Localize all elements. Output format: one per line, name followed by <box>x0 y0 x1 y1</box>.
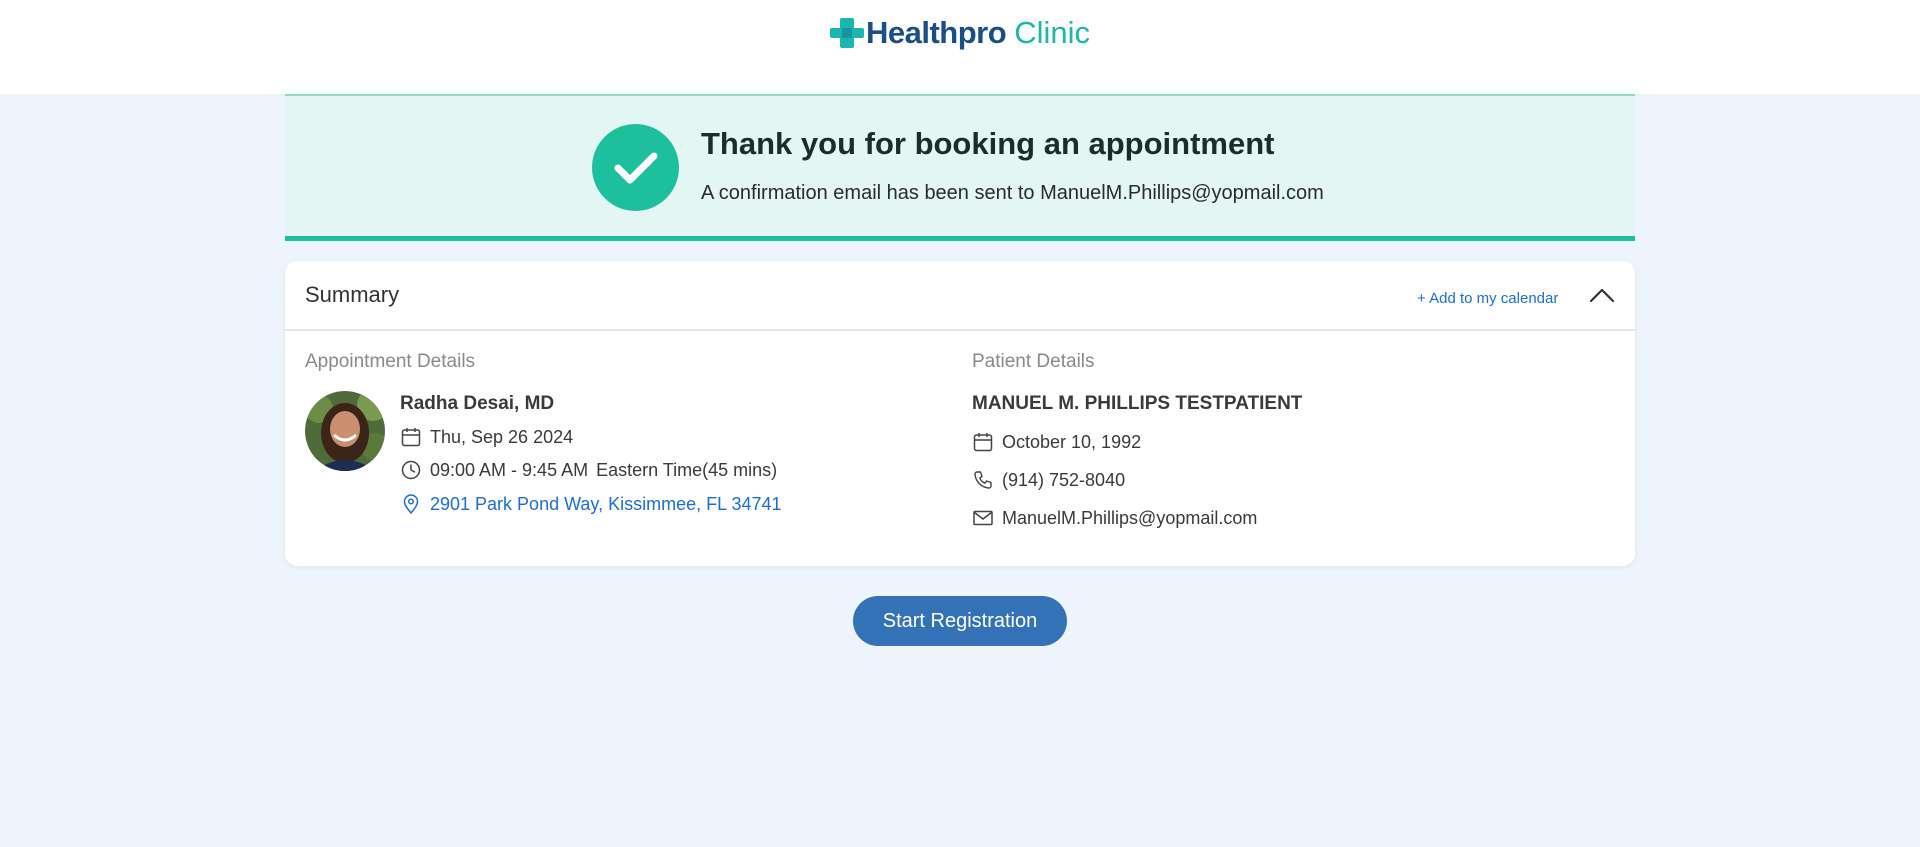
doctor-name: Radha Desai, MD <box>400 393 555 414</box>
appointment-address-row[interactable]: 2901 Park Pond Way, Kissimmee, FL 34741 <box>400 493 782 515</box>
healthpro-logo[interactable]: Health pro Clinic <box>830 15 1090 50</box>
appointment-timezone: Eastern Time(45 mins) <box>596 459 778 480</box>
appointment-date: Thu, Sep 26 2024 <box>430 426 574 447</box>
appointment-date-row: Thu, Sep 26 2024 <box>400 426 573 448</box>
calendar-icon <box>973 433 993 452</box>
doctor-avatar <box>305 391 385 471</box>
logo-text-pro: pro <box>957 15 1007 50</box>
add-to-calendar-link[interactable]: + Add to my calendar <box>1417 290 1558 307</box>
calendar-icon <box>401 428 421 447</box>
appointment-address-link[interactable]: 2901 Park Pond Way, Kissimmee, FL 34741 <box>430 494 782 515</box>
confirmation-message: A confirmation email has been sent to Ma… <box>701 182 1324 204</box>
clock-icon <box>401 460 421 480</box>
patient-email: ManuelM.Phillips@yopmail.com <box>1002 507 1258 528</box>
summary-header: Summary + Add to my calendar <box>285 261 1635 331</box>
mail-icon <box>973 510 993 526</box>
patient-dob-row: October 10, 1992 <box>972 431 1141 453</box>
medical-cross-icon <box>830 18 864 48</box>
patient-email-row: ManuelM.Phillips@yopmail.com <box>972 507 1257 529</box>
patient-dob: October 10, 1992 <box>1002 431 1142 452</box>
patient-details-label: Patient Details <box>972 351 1095 372</box>
confirmation-banner: Thank you for booking an appointment A c… <box>285 94 1635 241</box>
appointment-time-row: 09:00 AM - 9:45 AM Eastern Time(45 mins) <box>400 459 777 481</box>
start-registration-button[interactable]: Start Registration <box>853 596 1067 646</box>
logo-text-health: Health <box>866 15 958 50</box>
summary-card: Summary + Add to my calendar Appointment… <box>285 261 1635 566</box>
patient-phone: (914) 752-8040 <box>1002 469 1126 490</box>
appointment-details-label: Appointment Details <box>305 351 476 372</box>
patient-name: MANUEL M. PHILLIPS TESTPATIENT <box>972 393 1303 414</box>
summary-title: Summary <box>305 282 400 307</box>
chevron-up-icon[interactable] <box>1587 285 1617 305</box>
confirmation-title: Thank you for booking an appointment <box>701 126 1275 161</box>
site-header: Health pro Clinic <box>0 0 1920 94</box>
location-pin-icon <box>403 494 419 515</box>
logo-text-clinic: Clinic <box>1014 15 1090 50</box>
appointment-time: 09:00 AM - 9:45 AM <box>430 459 589 480</box>
check-icon <box>592 124 679 211</box>
phone-icon <box>974 471 992 489</box>
patient-phone-row: (914) 752-8040 <box>972 469 1125 491</box>
